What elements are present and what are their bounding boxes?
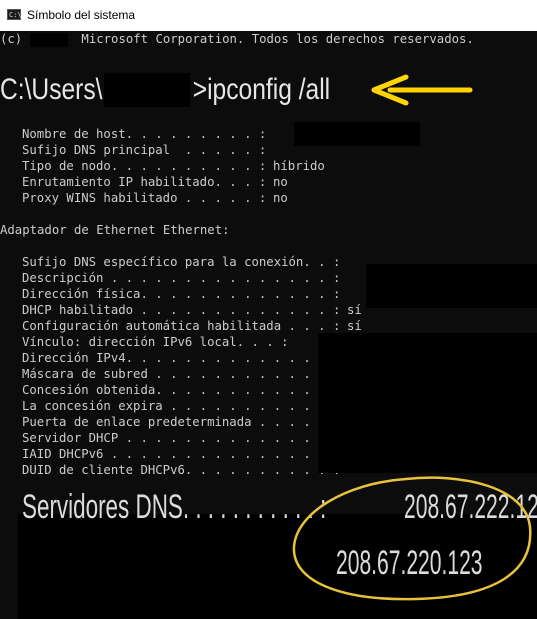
adapter-row-value: sí: [347, 319, 362, 333]
host-row-label: Proxy WINS habilitado . . . . . :: [22, 191, 267, 205]
host-row-value: no: [273, 191, 288, 205]
prompt-command: >ipconfig /all: [192, 73, 331, 106]
adapter-row-label: Servidor DHCP . . . . . . . . . . . . . …: [22, 431, 341, 445]
adapter-row-label: Sufijo DNS específico para la conexión. …: [22, 255, 341, 269]
adapter-header: Adaptador de Ethernet Ethernet:: [0, 223, 230, 237]
dns-servers-label: Servidores DNS. . . . . . . . . . . :: [22, 488, 327, 526]
cmd-icon: C:\: [7, 9, 22, 20]
redacted-description: [366, 264, 537, 308]
host-row-value: no: [273, 175, 288, 189]
adapter-row-value: sí: [347, 303, 362, 317]
yellow-arrow-icon: [371, 74, 473, 106]
adapter-row-label: Concesión obtenida. . . . . . . . . . . …: [22, 383, 341, 397]
redacted-year: [30, 33, 68, 47]
adapter-row-label: DHCP habilitado . . . . . . . . . . . . …: [22, 303, 341, 317]
host-row-label: Nombre de host. . . . . . . . . :: [22, 127, 267, 141]
host-row-label: Enrutamiento IP habilitado. . . :: [22, 175, 267, 189]
redacted-addresses: [318, 333, 537, 473]
adapter-row-label: Dirección física. . . . . . . . . . . . …: [22, 287, 341, 301]
window-titlebar[interactable]: C:\ Símbolo del sistema: [0, 0, 537, 31]
adapter-row-label: La concesión expira . . . . . . . . . . …: [22, 399, 341, 413]
redacted-hostname: [294, 122, 420, 146]
adapter-row-label: Puerta de enlace predeterminada . . . . …: [22, 415, 341, 429]
adapter-row-label: Máscara de subred . . . . . . . . . . . …: [22, 367, 341, 381]
host-row-label: Sufijo DNS principal . . . . . :: [22, 143, 267, 157]
adapter-row-label: Descripción . . . . . . . . . . . . . . …: [22, 271, 341, 285]
redacted-username: [104, 73, 190, 107]
window-title: Símbolo del sistema: [27, 8, 136, 22]
console-output[interactable]: (c) Microsoft Corporation. Todos los der…: [0, 31, 537, 619]
adapter-row-label: Configuración automática habilitada . . …: [22, 319, 341, 333]
prompt-path: C:\Users\: [0, 73, 103, 106]
copyright-line: (c) Microsoft Corporation. Todos los der…: [0, 32, 474, 46]
host-row-value: híbrido: [273, 159, 325, 173]
adapter-row-label: IAID DHCPv6 . . . . . . . . . . . . . . …: [22, 447, 341, 461]
host-row-label: Tipo de nodo. . . . . . . . . . :: [22, 159, 267, 173]
adapter-row-label: Vínculo: dirección IPv6 local. . . :: [22, 335, 289, 349]
adapter-row-label: Dirección IPv4. . . . . . . . . . . . . …: [22, 351, 341, 365]
highlight-circle-icon: [292, 476, 532, 601]
